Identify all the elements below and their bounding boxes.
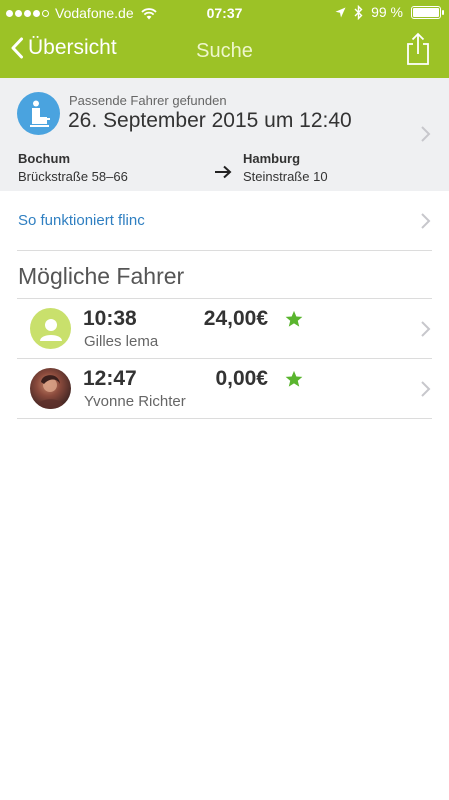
navigation-bar: Übersicht Suche xyxy=(0,26,449,78)
page-title: Suche xyxy=(196,40,253,62)
destination-street: Steinstraße 10 xyxy=(243,169,328,184)
section-title: Mögliche Fahrer xyxy=(18,263,185,289)
share-icon[interactable] xyxy=(405,32,431,66)
car-seat-icon xyxy=(17,92,60,135)
departure-time: 12:47 xyxy=(83,367,137,390)
battery-percent: 99 % xyxy=(371,4,403,20)
chevron-right-icon xyxy=(421,381,431,397)
divider xyxy=(17,250,432,251)
top-bar: Vodafone.de 07:37 99 % Übersicht Suche xyxy=(0,0,449,78)
destination-city: Hamburg xyxy=(243,151,301,166)
ride-price: 24,00€ xyxy=(203,307,268,330)
driver-row[interactable]: 12:47 0,00€ Yvonne Richter xyxy=(0,359,449,419)
status-bar: Vodafone.de 07:37 99 % xyxy=(0,0,449,26)
photo-avatar xyxy=(30,368,71,409)
search-summary[interactable]: Passende Fahrer gefunden 26. September 2… xyxy=(0,78,449,191)
status-right: 99 % xyxy=(335,4,444,20)
driver-name: Gilles lema xyxy=(84,333,159,350)
battery-icon xyxy=(411,5,444,19)
how-flinc-works-label: So funktioniert flinc xyxy=(18,212,145,229)
driver-name: Yvonne Richter xyxy=(84,393,186,410)
matching-drivers-subtitle: Passende Fahrer gefunden xyxy=(69,93,227,108)
star-icon xyxy=(285,310,303,327)
arrow-right-icon xyxy=(215,165,232,179)
bluetooth-icon xyxy=(354,4,363,20)
battery-level xyxy=(413,7,439,17)
ride-price: 0,00€ xyxy=(215,367,268,390)
origin-city: Bochum xyxy=(18,151,70,166)
origin-street: Brückstraße 58–66 xyxy=(18,169,128,184)
how-flinc-works-link[interactable]: So funktioniert flinc xyxy=(0,191,449,251)
ride-date: 26. September 2015 um 12:40 xyxy=(68,109,352,132)
departure-time: 10:38 xyxy=(83,307,137,330)
divider xyxy=(17,418,432,419)
driver-row[interactable]: 10:38 24,00€ Gilles lema xyxy=(0,299,449,359)
chevron-right-icon xyxy=(421,321,431,337)
star-icon xyxy=(285,370,303,387)
chevron-right-icon xyxy=(421,213,431,229)
chevron-right-icon xyxy=(421,126,431,142)
location-arrow-icon xyxy=(335,7,346,17)
default-avatar-icon xyxy=(30,308,71,349)
